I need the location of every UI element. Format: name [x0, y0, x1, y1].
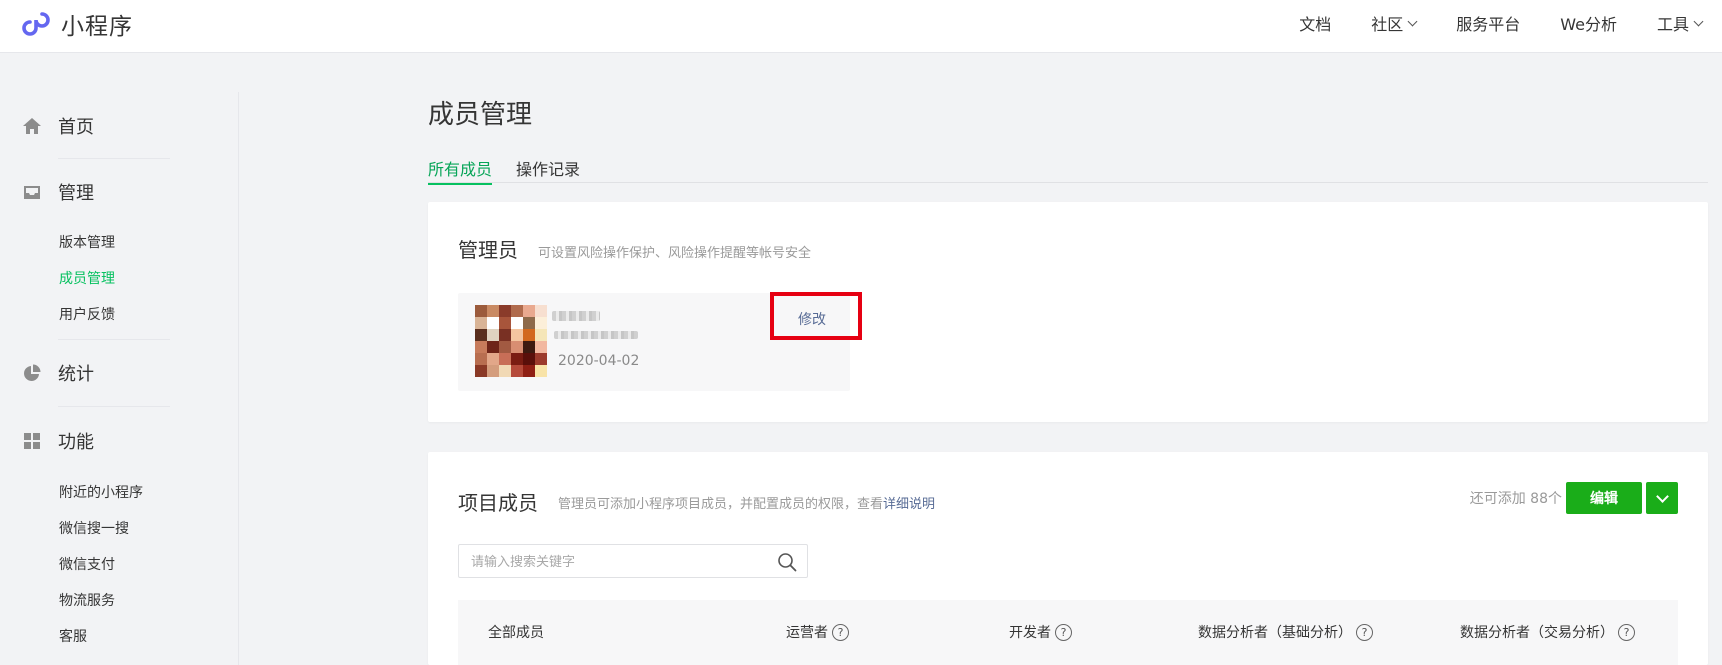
- nav-tools[interactable]: 工具: [1656, 11, 1704, 35]
- chevron-down-icon: [1693, 16, 1704, 26]
- member-search: [458, 544, 808, 579]
- admin-date: 2020-04-02: [558, 353, 640, 369]
- grid-icon: [24, 433, 40, 449]
- nav-docs-label: 文档: [1299, 15, 1332, 34]
- sidebar-divider: [238, 92, 239, 665]
- sidebar-item-manage-label: 管理: [58, 183, 94, 204]
- column-analyst-basic: 数据分析者（基础分析）?: [1198, 622, 1373, 642]
- search-input[interactable]: [469, 545, 763, 579]
- sidebar-item-version-management[interactable]: 版本管理: [59, 232, 115, 252]
- details-link[interactable]: 详细说明: [883, 497, 935, 512]
- nav-service-platform-label: 服务平台: [1456, 15, 1521, 34]
- tab-operation-log[interactable]: 操作记录: [516, 156, 580, 180]
- members-title: 项目成员: [458, 491, 538, 515]
- edit-members-button[interactable]: 编辑: [1566, 482, 1642, 514]
- sidebar-item-statistics[interactable]: 统计: [22, 360, 94, 386]
- help-icon[interactable]: ?: [1618, 623, 1635, 641]
- sidebar-item-manage[interactable]: 管理: [22, 179, 94, 205]
- help-icon[interactable]: ?: [832, 623, 849, 641]
- highlight-box: [770, 292, 862, 340]
- sidebar-item-wechat-pay[interactable]: 微信支付: [59, 554, 115, 574]
- column-analyst-transaction: 数据分析者（交易分析）?: [1460, 622, 1635, 642]
- nav-service-platform[interactable]: 服务平台: [1456, 11, 1520, 35]
- nav-community-label: 社区: [1371, 15, 1404, 34]
- sidebar-item-user-feedback[interactable]: 用户反馈: [59, 304, 115, 324]
- edit-dropdown-button[interactable]: [1646, 482, 1678, 514]
- nav-docs[interactable]: 文档: [1299, 11, 1331, 35]
- divider: [58, 339, 170, 340]
- remaining-count: 还可添加 88个: [1469, 491, 1562, 507]
- nav-tools-label: 工具: [1656, 15, 1689, 34]
- sidebar-item-nearby-miniprogram[interactable]: 附近的小程序: [59, 482, 143, 502]
- sidebar-item-features-label: 功能: [58, 432, 94, 453]
- sidebar-item-member-management[interactable]: 成员管理: [59, 268, 115, 288]
- blurred-account: [554, 331, 638, 339]
- nav-community[interactable]: 社区: [1371, 11, 1418, 35]
- top-bar: 小程序 文档 社区 服务平台 We分析 工具: [0, 0, 1722, 53]
- admin-title: 管理员: [458, 238, 518, 262]
- sidebar-item-wechat-search[interactable]: 微信搜一搜: [59, 518, 129, 538]
- tab-all-members[interactable]: 所有成员: [428, 156, 493, 185]
- column-developer-label: 开发者: [1009, 625, 1051, 641]
- sidebar: 首页 管理 版本管理 成员管理 用户反馈 统计 功能 附近的小程序 微信搜一搜 …: [0, 52, 238, 665]
- chevron-down-icon: [1655, 489, 1669, 503]
- sidebar-item-statistics-label: 统计: [58, 364, 94, 385]
- members-description: 管理员可添加小程序项目成员，并配置成员的权限，查看详细说明: [558, 493, 935, 512]
- column-analyst-basic-label: 数据分析者（基础分析）: [1198, 625, 1352, 641]
- column-operator-label: 运营者: [786, 625, 828, 641]
- home-icon: [23, 118, 41, 134]
- sidebar-item-home[interactable]: 首页: [22, 113, 94, 139]
- sidebar-item-customer-service[interactable]: 客服: [59, 626, 87, 646]
- help-icon[interactable]: ?: [1055, 623, 1072, 641]
- logo-text: 小程序: [61, 14, 133, 40]
- column-all-members[interactable]: 全部成员: [488, 622, 544, 642]
- sidebar-item-home-label: 首页: [58, 117, 94, 138]
- admin-card: 管理员 可设置风险操作保护、风险操作提醒等帐号安全 2020-04-02 修改: [428, 202, 1708, 422]
- column-developer: 开发者?: [1009, 622, 1072, 642]
- search-icon[interactable]: [777, 552, 797, 572]
- avatar: [475, 305, 547, 377]
- miniprogram-logo-icon: [22, 12, 50, 36]
- nav-we-analytics-label: We分析: [1560, 15, 1617, 34]
- logo[interactable]: 小程序: [22, 7, 133, 41]
- members-description-text: 管理员可添加小程序项目成员，并配置成员的权限，查看: [558, 497, 884, 512]
- divider: [58, 406, 170, 407]
- sidebar-item-logistics[interactable]: 物流服务: [59, 590, 115, 610]
- pie-chart-icon: [24, 364, 41, 381]
- inbox-icon: [24, 186, 40, 199]
- chevron-down-icon: [1407, 16, 1418, 26]
- nav-we-analytics[interactable]: We分析: [1560, 11, 1617, 35]
- admin-description: 可设置风险操作保护、风险操作提醒等帐号安全: [538, 246, 812, 261]
- help-icon[interactable]: ?: [1356, 623, 1373, 641]
- members-card: 项目成员 管理员可添加小程序项目成员，并配置成员的权限，查看详细说明 还可添加 …: [428, 452, 1708, 665]
- column-operator: 运营者?: [786, 622, 849, 642]
- column-all-members-label: 全部成员: [488, 625, 544, 641]
- column-analyst-transaction-label: 数据分析者（交易分析）: [1460, 625, 1614, 641]
- divider: [58, 158, 170, 159]
- sidebar-item-features[interactable]: 功能: [22, 428, 94, 454]
- page-title: 成员管理: [428, 100, 533, 130]
- top-nav: 文档 社区 服务平台 We分析 工具: [1259, 0, 1704, 46]
- members-table-header: 全部成员 运营者? 开发者? 数据分析者（基础分析）? 数据分析者（交易分析）?: [458, 600, 1678, 665]
- tab-bar: 所有成员 操作记录: [428, 154, 1708, 185]
- blurred-name: [552, 311, 600, 321]
